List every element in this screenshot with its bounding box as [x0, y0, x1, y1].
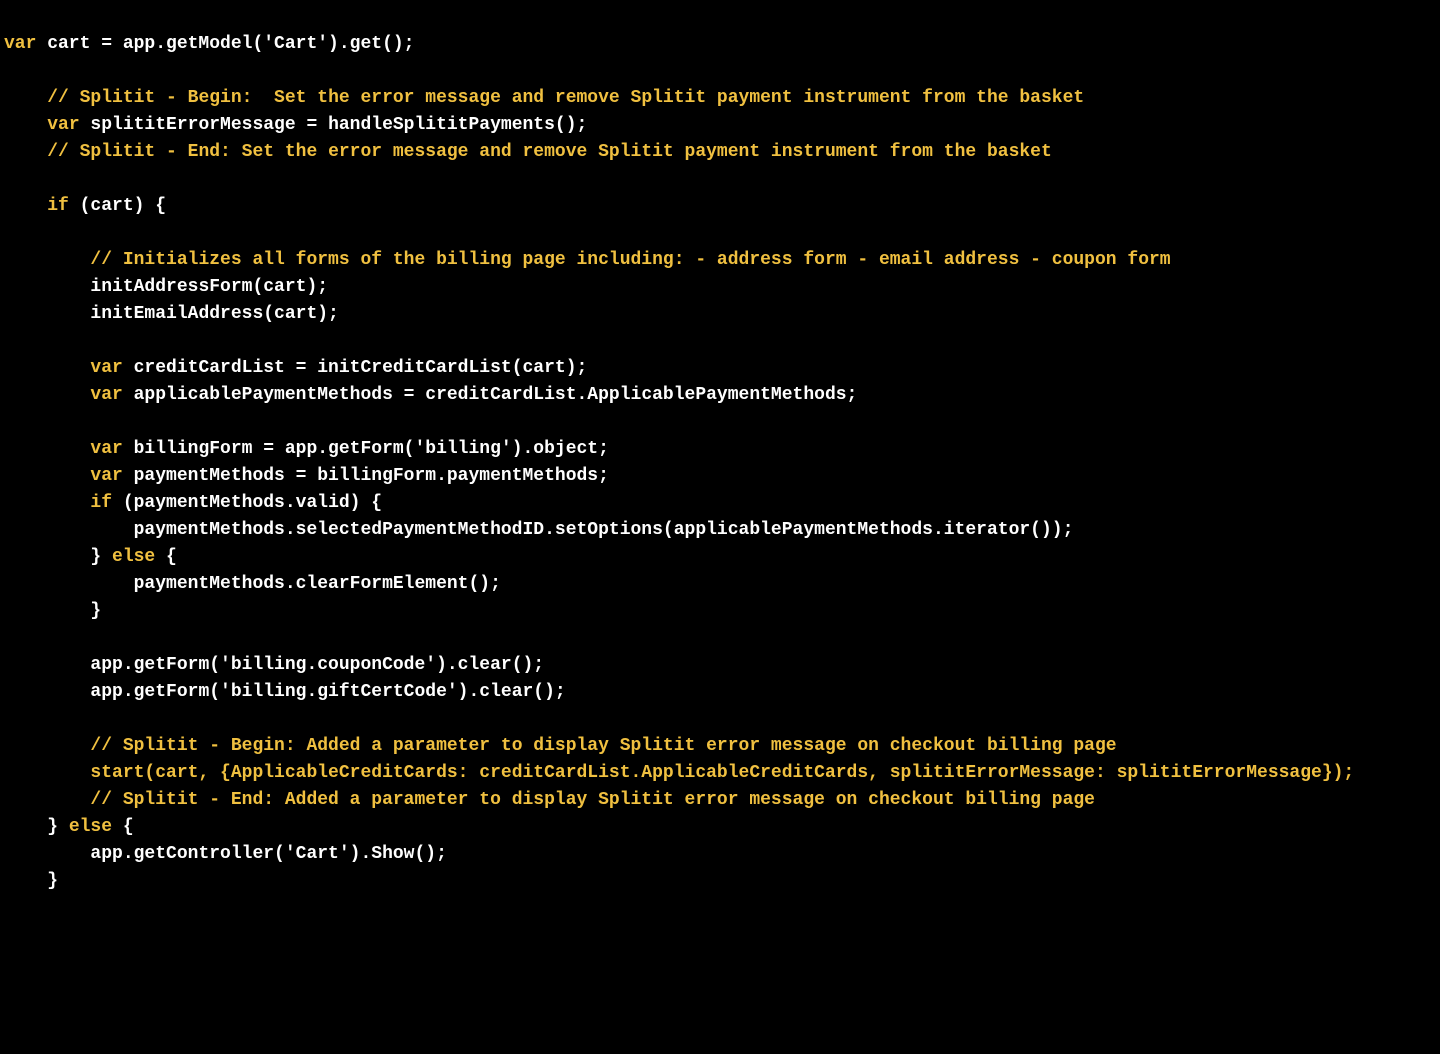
keyword-else: else	[112, 547, 155, 567]
code-line: } else {	[4, 547, 177, 567]
keyword-var: var	[4, 34, 36, 54]
comment: // Splitit - End: Set the error message …	[47, 142, 1052, 162]
keyword-var: var	[90, 358, 122, 378]
code-text: paymentMethods = billingForm.paymentMeth…	[123, 466, 609, 486]
indent	[4, 871, 47, 891]
code-line: app.getController('Cart').Show();	[4, 844, 447, 864]
indent	[4, 358, 90, 378]
keyword-if: if	[47, 196, 69, 216]
code-text: paymentMethods.clearFormElement();	[134, 574, 501, 594]
indent	[4, 115, 47, 135]
code-line: }	[4, 601, 101, 621]
indent	[4, 439, 90, 459]
indent	[4, 196, 47, 216]
code-text: }	[47, 871, 58, 891]
indent	[4, 304, 90, 324]
code-line: // Splitit - End: Set the error message …	[4, 142, 1052, 162]
code-line: var creditCardList = initCreditCardList(…	[4, 358, 587, 378]
indent	[4, 547, 90, 567]
code-text: }	[90, 601, 101, 621]
code-line: }	[4, 871, 58, 891]
code-line: // Splitit - Begin: Added a parameter to…	[4, 736, 1117, 756]
indent	[4, 88, 47, 108]
code-text: applicablePaymentMethods = creditCardLis…	[123, 385, 858, 405]
indent	[4, 385, 90, 405]
comment: // Splitit - Begin: Set the error messag…	[47, 88, 1084, 108]
indent	[4, 142, 47, 162]
indent	[4, 655, 90, 675]
code-text: initAddressForm(cart);	[90, 277, 328, 297]
code-line: initAddressForm(cart);	[4, 277, 328, 297]
code-text: paymentMethods.selectedPaymentMethodID.s…	[134, 520, 1074, 540]
code-text: }	[90, 547, 112, 567]
code-text: app.getController('Cart').Show();	[90, 844, 446, 864]
code-line: var cart = app.getModel('Cart').get();	[4, 34, 414, 54]
indent	[4, 277, 90, 297]
indent	[4, 790, 90, 810]
code-text: {	[112, 817, 134, 837]
code-text: {	[155, 547, 177, 567]
indent	[4, 682, 90, 702]
indent	[4, 763, 90, 783]
code-line: start(cart, {ApplicableCreditCards: cred…	[4, 763, 1354, 783]
code-line: // Splitit - Begin: Set the error messag…	[4, 88, 1084, 108]
code-text: cart = app.getModel('Cart').get();	[36, 34, 414, 54]
code-text: billingForm = app.getForm('billing').obj…	[123, 439, 609, 459]
code-line: var applicablePaymentMethods = creditCar…	[4, 385, 857, 405]
indent	[4, 817, 47, 837]
keyword-var: var	[90, 466, 122, 486]
indent	[4, 250, 90, 270]
code-text: app.getForm('billing.couponCode').clear(…	[90, 655, 544, 675]
code-editor-viewport[interactable]: var cart = app.getModel('Cart').get(); /…	[4, 31, 1436, 895]
code-line: var paymentMethods = billingForm.payment…	[4, 466, 609, 486]
keyword-var: var	[90, 439, 122, 459]
code-line: app.getForm('billing.couponCode').clear(…	[4, 655, 544, 675]
code-line: if (cart) {	[4, 196, 166, 216]
code-line: var splititErrorMessage = handleSplititP…	[4, 115, 587, 135]
code-line: paymentMethods.selectedPaymentMethodID.s…	[4, 520, 1073, 540]
code-text: (paymentMethods.valid) {	[112, 493, 382, 513]
indent	[4, 493, 90, 513]
code-text: initEmailAddress(cart);	[90, 304, 338, 324]
indent	[4, 466, 90, 486]
code-text: creditCardList = initCreditCardList(cart…	[123, 358, 587, 378]
comment: // Splitit - Begin: Added a parameter to…	[90, 736, 1116, 756]
keyword-var: var	[90, 385, 122, 405]
indent	[4, 736, 90, 756]
keyword-var: var	[47, 115, 79, 135]
code-line: if (paymentMethods.valid) {	[4, 493, 382, 513]
code-line: // Splitit - End: Added a parameter to d…	[4, 790, 1095, 810]
indent	[4, 844, 90, 864]
code-text: }	[47, 817, 69, 837]
code-text: app.getForm('billing.giftCertCode').clea…	[90, 682, 565, 702]
code-text: (cart) {	[69, 196, 166, 216]
keyword-if: if	[90, 493, 112, 513]
code-line: } else {	[4, 817, 134, 837]
code-line: app.getForm('billing.giftCertCode').clea…	[4, 682, 566, 702]
indent	[4, 574, 134, 594]
code-line: paymentMethods.clearFormElement();	[4, 574, 501, 594]
code-line: var billingForm = app.getForm('billing')…	[4, 439, 609, 459]
comment: // Initializes all forms of the billing …	[90, 250, 1170, 270]
comment: // Splitit - End: Added a parameter to d…	[90, 790, 1095, 810]
code-line: initEmailAddress(cart);	[4, 304, 339, 324]
keyword-else: else	[69, 817, 112, 837]
code-line: // Initializes all forms of the billing …	[4, 250, 1171, 270]
indent	[4, 601, 90, 621]
code-text-highlighted: start(cart, {ApplicableCreditCards: cred…	[90, 763, 1354, 783]
code-text: splititErrorMessage = handleSplititPayme…	[80, 115, 588, 135]
indent	[4, 520, 134, 540]
